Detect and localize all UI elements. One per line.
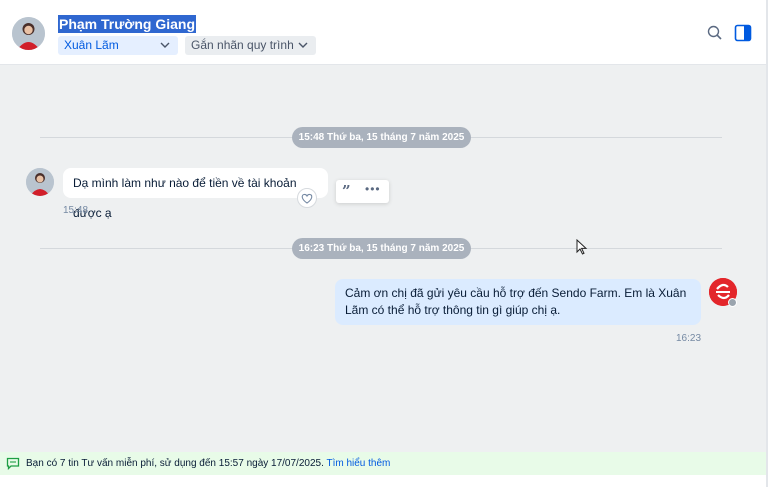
process-label-text: Gắn nhãn quy trình [191, 38, 294, 52]
message-time: 16:23 [676, 333, 702, 344]
learn-more-link[interactable]: Tìm hiểu thêm [326, 458, 390, 469]
assignee-label: Xuân Lãm [64, 38, 119, 52]
message-actions: ” ••• [336, 180, 389, 203]
side-panel-icon[interactable] [734, 24, 752, 42]
message-time: 15:48 [63, 205, 89, 216]
contact-name[interactable]: Phạm Trường Giang [58, 15, 196, 33]
chevron-down-icon [160, 42, 170, 48]
contact-avatar[interactable] [12, 17, 45, 50]
more-icon[interactable]: ••• [365, 182, 381, 196]
chat-icon [6, 457, 20, 470]
cursor-icon [576, 239, 588, 255]
free-message-notice: Bạn có 7 tin Tư vấn miễn phí, sử dụng đế… [0, 452, 768, 475]
quote-icon[interactable]: ” [342, 184, 351, 199]
date-divider: 15:48 Thứ ba, 15 tháng 7 năm 2025 [292, 127, 471, 148]
incoming-message[interactable]: Dạ mình làm như nào để tiền về tài khoản… [63, 168, 328, 220]
conversation-header: Phạm Trường Giang Xuân Lãm Gắn nhãn quy … [0, 0, 768, 65]
date-divider: 16:23 Thứ ba, 15 tháng 7 năm 2025 [292, 238, 471, 259]
notice-text: Bạn có 7 tin Tư vấn miễn phí, sử dụng đế… [26, 458, 324, 469]
agent-status-badge [728, 298, 737, 307]
search-icon[interactable] [706, 24, 724, 42]
process-label-select[interactable]: Gắn nhãn quy trình [185, 36, 316, 55]
assignee-select[interactable]: Xuân Lãm [58, 36, 178, 55]
heart-icon[interactable] [297, 188, 317, 208]
chevron-down-icon [298, 42, 308, 48]
message-list[interactable]: 15:48 Thứ ba, 15 tháng 7 năm 2025 Dạ mìn… [0, 65, 768, 452]
sender-avatar[interactable] [26, 168, 54, 196]
outgoing-message[interactable]: Cảm ơn chị đã gửi yêu cầu hỗ trợ đến Sen… [335, 279, 701, 325]
